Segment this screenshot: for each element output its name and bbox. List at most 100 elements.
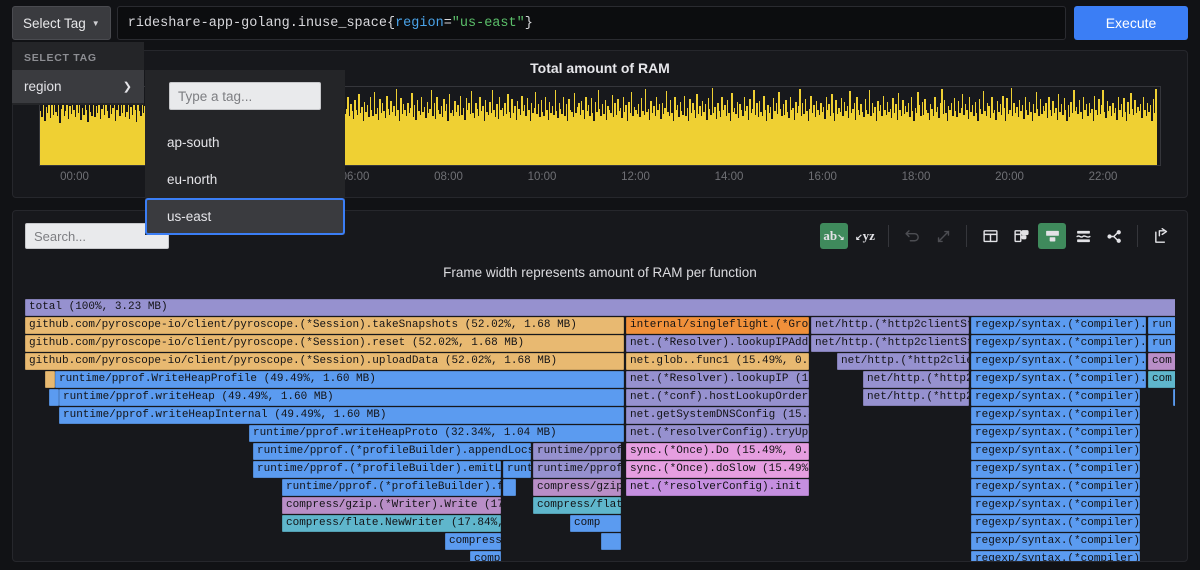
sandwich-view-button[interactable] bbox=[1069, 223, 1097, 249]
sort-ab-button[interactable]: ab↘ bbox=[820, 223, 848, 249]
flamegraph-frame[interactable] bbox=[503, 479, 516, 496]
flamegraph-frame[interactable]: net/http.(*http2clientStream bbox=[811, 335, 969, 352]
tree-view-icon bbox=[1106, 228, 1123, 245]
query-metric: rideshare-app-golang.inuse_space bbox=[127, 15, 387, 31]
tag-search-input[interactable] bbox=[169, 82, 321, 110]
tree-view-button[interactable] bbox=[1100, 223, 1128, 249]
sandwich-view-icon bbox=[1075, 228, 1092, 245]
query-bar: Select Tag ▼ rideshare-app-golang.inuse_… bbox=[0, 0, 1200, 46]
flamegraph-frame[interactable]: runtime/pprof.(*profileBuilder).emitLoca… bbox=[253, 461, 501, 478]
flamegraph-frame[interactable]: runtime/pprof.(* bbox=[533, 461, 621, 478]
flamegraph-view-button[interactable] bbox=[1038, 223, 1066, 249]
flamegraph-frame[interactable]: runtime/pprof.writeHeapProto (32.34%, 1.… bbox=[249, 425, 624, 442]
tag-value-item[interactable]: eu-north bbox=[145, 161, 345, 198]
flamegraph-frame[interactable]: net.(*resolverConfig).tryUpdate bbox=[626, 425, 809, 442]
flamegraph-frame[interactable]: compress/flate.NewWriter (17.84%, 0. bbox=[282, 515, 501, 532]
flamegraph-frame[interactable]: regexp/syntax.(*compiler).compil bbox=[971, 515, 1140, 532]
flamegraph-frame[interactable]: com bbox=[1148, 353, 1175, 370]
flamegraph-canvas[interactable]: total (100%, 3.23 MB) github.com/pyroscop… bbox=[25, 299, 1175, 561]
tag-values-list: ap-south eu-north us-east bbox=[145, 124, 345, 235]
flamegraph-frame[interactable]: runtime/pprof.(*profileBuilder).appendLo… bbox=[253, 443, 531, 460]
flamegraph-frame[interactable]: compress/gzip.(* bbox=[533, 479, 621, 496]
flamegraph-frame[interactable]: regexp/syntax.(*compiler).compil bbox=[971, 317, 1146, 334]
flamegraph-frame[interactable]: regexp/syntax.(*compiler).compil bbox=[971, 461, 1140, 478]
query-brace-close: } bbox=[524, 15, 533, 31]
flamegraph-frame[interactable]: sync.(*Once).Do (15.49%, 0.50 M bbox=[626, 443, 809, 460]
query-input[interactable]: rideshare-app-golang.inuse_space{region =… bbox=[116, 6, 1066, 40]
flamegraph-row: runtime/pprof.(*profileBuilder).appendLo… bbox=[25, 443, 1175, 461]
flamegraph-frame[interactable]: regexp/syntax.(*compiler).compil bbox=[971, 389, 1140, 406]
flamegraph-frame[interactable]: github.com/pyroscope-io/client/pyroscope… bbox=[25, 317, 624, 334]
flamegraph-frame[interactable]: run bbox=[1148, 317, 1175, 334]
select-tag-button[interactable]: Select Tag ▼ bbox=[12, 6, 111, 40]
flamegraph-frame[interactable]: net.(*Resolver).lookupIP (15.49 bbox=[626, 371, 809, 388]
flamegraph-frame[interactable]: compress/fl bbox=[445, 533, 501, 550]
dropdown-header: SELECT TAG bbox=[24, 52, 97, 64]
flamegraph-frame[interactable]: regexp/syntax.(*compiler).compil bbox=[971, 335, 1146, 352]
flamegraph-frame[interactable]: regexp/syntax.(*compiler).compil bbox=[971, 479, 1140, 496]
tag-value-item[interactable]: ap-south bbox=[145, 124, 345, 161]
flamegraph-frame[interactable]: regexp/syntax.(*compiler).compil bbox=[971, 371, 1146, 388]
flamegraph-frame[interactable]: runt bbox=[503, 461, 531, 478]
timeline-bar bbox=[1155, 88, 1157, 165]
flamegraph-frame[interactable]: regexp/syntax.(*compiler).compil bbox=[971, 443, 1140, 460]
flamegraph-frame[interactable]: net.(*resolverConfig).init (15. bbox=[626, 479, 809, 496]
flamegraph-frame[interactable]: regexp/syntax.(*compiler).compil bbox=[971, 551, 1140, 561]
flamegraph-frame[interactable]: regexp/syntax.(*compiler).compil bbox=[971, 425, 1140, 442]
export-button[interactable] bbox=[1147, 223, 1175, 249]
flamegraph-row: total (100%, 3.23 MB) bbox=[25, 299, 1175, 317]
dropdown-item-region[interactable]: region ❯ bbox=[12, 70, 144, 103]
flamegraph-frame[interactable]: regexp/syntax.(*compiler).compil bbox=[971, 407, 1140, 424]
flamegraph-frame[interactable]: net.(*conf).hostLookupOrder (15 bbox=[626, 389, 809, 406]
flamegraph-frame[interactable]: net.getSystemDNSConfig (15.49%, bbox=[626, 407, 809, 424]
flamegraph-frame[interactable]: runtime/pprof.writeHeapInternal (49.49%,… bbox=[59, 407, 624, 424]
flamegraph-frame[interactable] bbox=[49, 389, 59, 406]
flamegraph-frame[interactable]: net.(*Resolver).lookupIPAddr.fu bbox=[626, 335, 809, 352]
chevron-right-icon: ❯ bbox=[122, 81, 132, 93]
flamegraph-frame[interactable]: net/http.(*http2Fram bbox=[863, 371, 969, 388]
sort-ascending-icon: ab↘ bbox=[823, 228, 845, 243]
time-tick: 18:00 bbox=[901, 171, 931, 183]
flamegraph-frame[interactable]: run bbox=[1148, 335, 1175, 352]
flamegraph-frame[interactable]: compress/gzip.(*Writer).Write (17.84 bbox=[282, 497, 501, 514]
flamegraph-frame[interactable] bbox=[45, 371, 55, 388]
tag-value-item[interactable]: us-east bbox=[145, 198, 345, 235]
flamegraph-frame[interactable]: github.com/pyroscope-io/client/pyroscope… bbox=[25, 335, 624, 352]
flamegraph-frame[interactable]: runtime/pprof.writeHeap (49.49%, 1.60 MB… bbox=[59, 389, 624, 406]
flamegraph-subtitle: Frame width represents amount of RAM per… bbox=[443, 265, 757, 280]
flamegraph-frame[interactable]: runtime/pprof.WriteHeapProfile (49.49%, … bbox=[55, 371, 624, 388]
execute-button[interactable]: Execute bbox=[1074, 6, 1188, 40]
flamegraph-frame[interactable]: com bbox=[1148, 371, 1175, 388]
flamegraph-row: runtime/pprof.writeHeap (49.49%, 1.60 MB… bbox=[25, 389, 1175, 407]
query-label-value: "us-east" bbox=[451, 15, 525, 31]
flamegraph-frame[interactable]: comp bbox=[470, 551, 501, 561]
flamegraph-row: comp regexp/syntax.(*compiler).compil bbox=[25, 551, 1175, 561]
sort-yz-button[interactable]: ↙yz bbox=[851, 223, 879, 249]
flamegraph-frame[interactable]: compress/flate.N bbox=[533, 497, 621, 514]
flamegraph-frame[interactable]: regexp/syntax.(*compiler).compil bbox=[971, 533, 1140, 550]
flamegraph-view-icon bbox=[1044, 228, 1061, 245]
flamegraph-frame[interactable]: net.glob..func1 (15.49%, 0.50 M bbox=[626, 353, 809, 370]
view-tool-group: ab↘ ↙yz bbox=[820, 223, 1175, 249]
flamegraph-frame[interactable] bbox=[601, 533, 621, 550]
flamegraph-frame[interactable]: regexp/syntax.(*compiler).compil bbox=[971, 353, 1146, 370]
flamegraph-frame[interactable]: github.com/pyroscope-io/client/pyroscope… bbox=[25, 353, 624, 370]
toolbar-separator bbox=[1137, 225, 1138, 247]
flamegraph-frame[interactable]: total (100%, 3.23 MB) bbox=[25, 299, 1175, 316]
flamegraph-frame[interactable]: net/http.(*http2clientStream bbox=[811, 317, 969, 334]
flamegraph-row: runtime/pprof.writeHeapInternal (49.49%,… bbox=[25, 407, 1175, 425]
flamegraph-frame[interactable]: runtime/pprof.(* bbox=[533, 443, 621, 460]
flamegraph-row: github.com/pyroscope-io/client/pyroscope… bbox=[25, 317, 1175, 335]
flamegraph-frame[interactable] bbox=[1173, 389, 1175, 406]
flamegraph-frame[interactable]: runtime/pprof.(*profileBuilder).flus bbox=[282, 479, 501, 496]
both-view-button[interactable] bbox=[1007, 223, 1035, 249]
export-icon bbox=[1153, 227, 1170, 245]
flamegraph-frame[interactable]: net/http.(*http2clientSt bbox=[837, 353, 969, 370]
flamegraph-frame[interactable]: sync.(*Once).doSlow (15.49%, 0. bbox=[626, 461, 809, 478]
flamegraph-frame[interactable]: regexp/syntax.(*compiler).compil bbox=[971, 497, 1140, 514]
reset-view-button bbox=[898, 223, 926, 249]
flamegraph-frame[interactable]: comp bbox=[570, 515, 621, 532]
table-view-button[interactable] bbox=[976, 223, 1004, 249]
flamegraph-frame[interactable]: internal/singleflight.(*Group). bbox=[626, 317, 809, 334]
flamegraph-frame[interactable]: net/http.(*http2Fram bbox=[863, 389, 969, 406]
